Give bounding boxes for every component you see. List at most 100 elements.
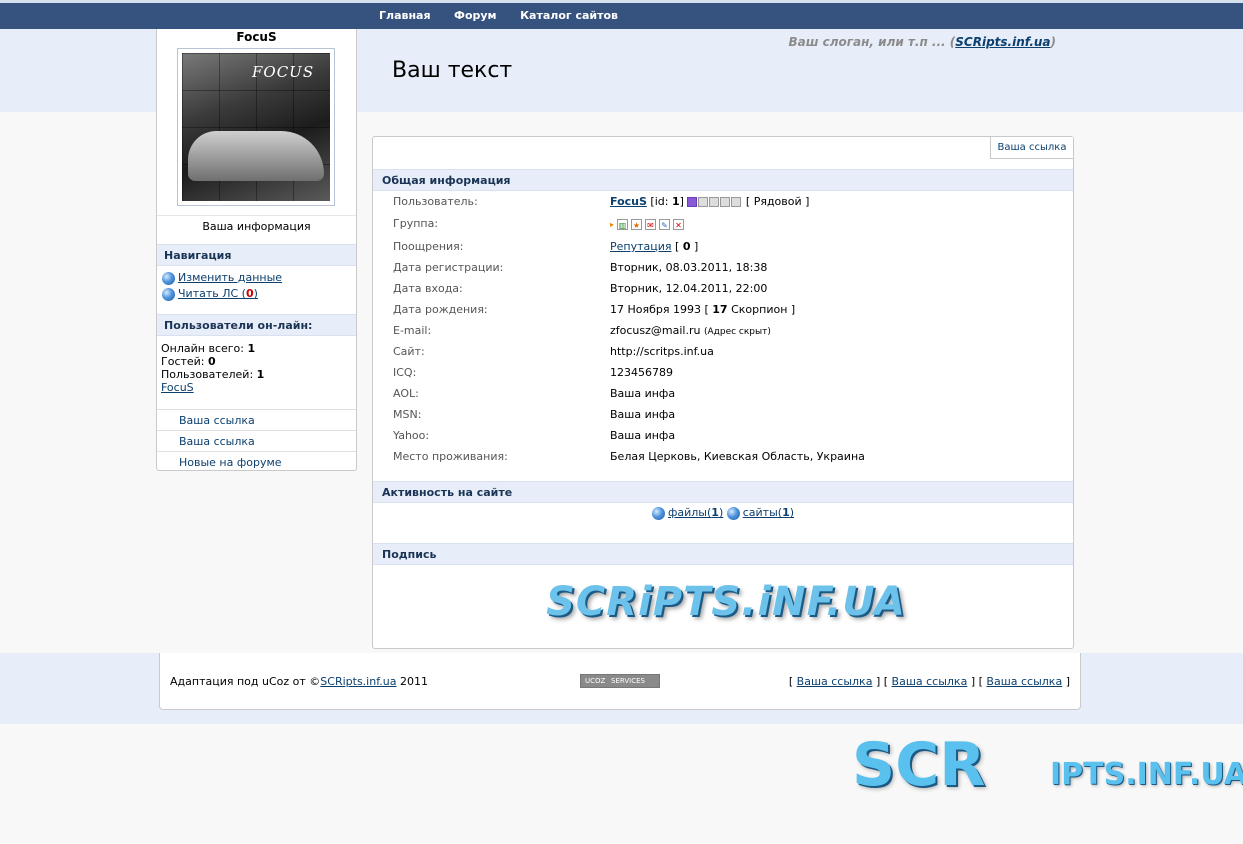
signature-header: Подпись [373,543,1073,565]
delete-icon[interactable]: ✕ [673,218,684,230]
email-address: zfocusz@mail.ru [610,324,701,337]
row-label: Сайт: [393,345,425,358]
reputation-link[interactable]: Репутация [610,240,672,253]
birthday-date: 17 Ноября 1993 [ [610,303,713,316]
avatar-logo-text: FOCUS [252,63,315,81]
footer-copyright: Адаптация под uCoz от ©SCRipts.inf.ua 20… [170,675,428,688]
slogan-link[interactable]: SCRipts.inf.ua [955,35,1050,49]
nav-edit-data[interactable]: Изменить данные [162,271,282,285]
link-button[interactable]: Ваша ссылка [990,137,1073,159]
ucoz-badge-left: UCOZ [585,677,606,685]
user-value: FocuS [id: 1] [ Рядовой ] [610,194,809,210]
rewards-value: Репутация [ 0 ] [610,239,698,255]
nav-home[interactable]: Главная [379,9,431,22]
brand-logo-small: IPTS.INF.UA [1050,757,1243,792]
user-name-link[interactable]: FocuS [610,195,647,208]
sites-count: 1 [782,506,790,519]
slogan-suffix: ) [1050,35,1056,49]
avatar-image: FOCUS [182,53,330,201]
row-value: Белая Церковь, Киевская Область, Украина [610,450,865,463]
activity-header: Активность на сайте [373,481,1073,503]
ucoz-badge-right: SERVICES [611,677,645,685]
row-value: Ваша инфа [610,408,676,421]
files-label: файлы( [667,506,712,519]
avatar: FOCUS [177,48,335,206]
brand-logo-big: SCR [852,730,986,800]
edit-data-link[interactable]: Изменить данные [178,271,282,284]
online-total: 1 [247,342,256,355]
edit-icon[interactable]: ✎ [659,218,670,230]
footer-link-3[interactable]: Ваша ссылка [986,675,1062,688]
read-pm-suffix: ) [253,287,258,300]
user-id: 1 [671,195,680,208]
nav-catalog[interactable]: Каталог сайтов [520,9,618,22]
footer-links: [ Ваша ссылка ] [ Ваша ссылка ] [ Ваша с… [788,675,1070,688]
ucoz-badge[interactable]: UCOZ SERVICES [580,674,660,688]
online-users-label: Пользователей: [161,368,254,381]
row-label: Поощрения: [393,240,464,253]
online-guests: 0 [208,355,216,368]
rank-stars [687,195,742,208]
online-user-link[interactable]: FocuS [161,381,194,394]
globe-icon [651,506,665,520]
sidebar-link-2[interactable]: Ваша ссылка [157,430,356,451]
online-stats: Онлайн всего: 1 Гостей: 0 Пользователей:… [161,342,264,394]
online-total-label: Онлайн всего: [161,342,244,355]
site-title: Ваш текст [392,58,513,83]
row-value: http://scritps.inf.ua [610,345,714,358]
read-pm-link[interactable]: Читать ЛС (0) [178,287,258,300]
birthday-age: 17 [712,303,728,316]
sidebar-username: FocuS [236,30,277,44]
stats-icon[interactable]: ▥ [617,218,628,230]
online-users: 1 [256,368,265,381]
profile-panel: Ваша ссылка Общая информация Пользовател… [372,136,1074,649]
row-label: Дата входа: [393,282,463,295]
nav-read-pm[interactable]: Читать ЛС (0) [162,287,258,301]
footer-year: 2011 [396,675,428,688]
files-link[interactable]: файлы(1) [668,506,723,519]
sites-link[interactable]: сайты(1) [743,506,794,519]
row-value: Вторник, 08.03.2011, 18:38 [610,261,768,274]
slogan-text: Ваш слоган, или т.п ... ( [788,35,956,49]
brand-logo: SCR IPTS.INF.UA [852,730,1243,800]
files-count: 1 [711,506,719,519]
car-image [188,131,324,181]
star-icon[interactable]: ★ [631,218,642,230]
arrow-icon: ▸ [610,218,615,230]
sidebar-link-1[interactable]: Ваша ссылка [157,409,356,430]
general-info-header: Общая информация [373,169,1073,191]
row-label: Место проживания: [393,450,508,463]
read-pm-label: Читать ЛС ( [178,287,246,300]
footer-link-1[interactable]: Ваша ссылка [797,675,873,688]
reputation-close: ] [690,240,699,253]
globe-icon [726,506,740,520]
row-label: AOL: [393,387,419,400]
footer-link-2[interactable]: Ваша ссылка [892,675,968,688]
row-label: Пользователь: [393,195,478,208]
row-value: Ваша инфа [610,387,676,400]
group-icons: ▸ ▥ ★ ✉ ✎ ✕ [610,216,687,232]
pm-count: 0 [245,287,254,300]
globe-icon [162,271,175,285]
sites-suffix: ) [789,506,795,519]
birthday-sign: Скорпион ] [727,303,796,316]
top-nav: Главная Форум Каталог сайтов [379,9,638,22]
files-suffix: ) [718,506,724,519]
slogan: Ваш слоган, или т.п ... (SCRipts.inf.ua) [788,35,1056,49]
sites-label: сайты( [742,506,783,519]
signature-image: SCRiPTS.iNF.UA [546,579,906,625]
reputation-open: [ [671,240,683,253]
sidebar-link-forum-new[interactable]: Новые на форуме [157,451,356,472]
mail-icon[interactable]: ✉ [645,218,656,230]
footer: Адаптация под uCoz от ©SCRipts.inf.ua 20… [159,653,1081,710]
email-value: zfocusz@mail.ru (Адрес скрыт) [610,323,771,340]
user-rank: [ Рядовой ] [745,195,810,208]
nav-forum[interactable]: Форум [454,9,497,22]
top-nav-bar: Главная Форум Каталог сайтов [0,0,1243,29]
activity-links: файлы(1) сайты(1) [373,506,1073,520]
row-label: MSN: [393,408,422,421]
globe-icon [162,287,175,301]
row-label: Дата регистрации: [393,261,504,274]
footer-site-link[interactable]: SCRipts.inf.ua [320,675,396,688]
email-hidden-note: (Адрес скрыт) [703,327,771,337]
